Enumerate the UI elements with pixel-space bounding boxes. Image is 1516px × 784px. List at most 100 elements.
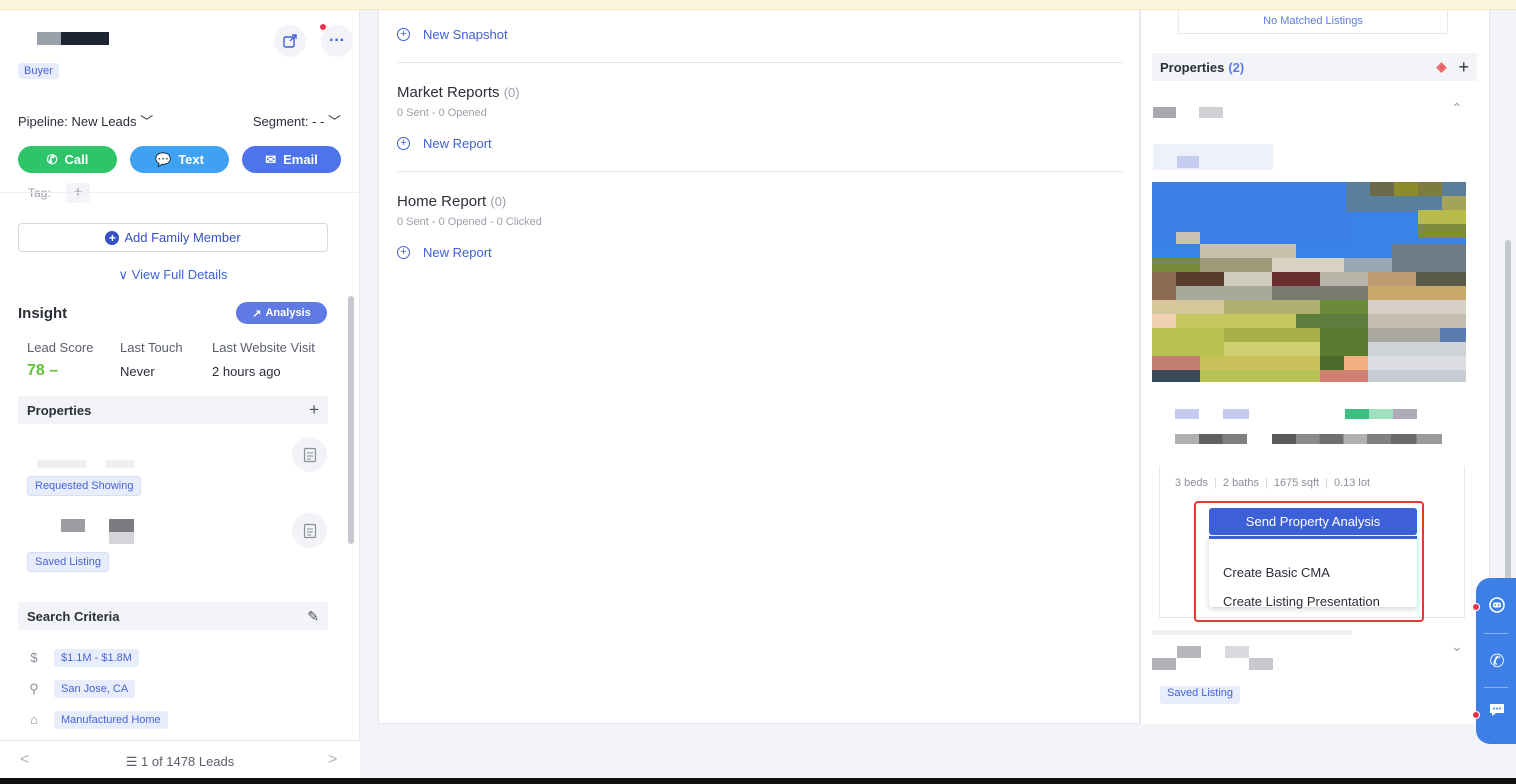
call-button[interactable]: ✆ Call <box>18 146 117 173</box>
menu-item-create-listing-presentation[interactable]: Create Listing Presentation <box>1223 594 1380 609</box>
property-price-redacted <box>1153 144 1273 170</box>
property-address-redacted <box>1152 630 1352 635</box>
chevron-down-icon: ﹀ <box>327 114 341 129</box>
market-reports-title: Market Reports <box>397 84 500 101</box>
lead-name-redacted <box>37 32 109 45</box>
property-price-redacted <box>1177 156 1199 168</box>
last-touch-value: Never <box>120 364 155 379</box>
document-icon[interactable] <box>292 437 327 472</box>
properties-header: Properties (2) ◈ + <box>1152 53 1477 81</box>
search-criteria-heading: Search Criteria <box>27 608 120 624</box>
chevron-up-icon[interactable]: ⌃ <box>1451 100 1463 117</box>
email-button[interactable]: ✉ Email <box>242 146 341 173</box>
send-property-analysis-button[interactable]: Send Property Analysis <box>1209 508 1417 535</box>
property-photo[interactable] <box>1152 182 1466 382</box>
divider: | <box>1325 477 1328 489</box>
home-report-stats: 0 Sent - 0 Opened - 0 Clicked <box>397 216 542 228</box>
property-analysis-menu: Create Basic CMA Create Listing Presenta… <box>1209 536 1417 609</box>
double-chevron-down-icon: ∨ <box>118 267 129 282</box>
phone-icon[interactable]: ✆ <box>1485 649 1509 673</box>
property-specs: 3 beds | 2 baths | 1675 sqft | 0.13 lot <box>1175 477 1370 489</box>
lead-score-label: Lead Score <box>27 340 94 355</box>
new-home-report-link[interactable]: + New Report <box>397 245 492 260</box>
plus-circle-icon: + <box>397 28 410 41</box>
notification-dot <box>1472 603 1480 611</box>
top-banner <box>0 0 1516 10</box>
sidebar-scrollbar[interactable] <box>348 296 354 544</box>
plus-circle-icon: + <box>397 137 410 150</box>
last-visit-value: 2 hours ago <box>212 364 281 379</box>
tag-diamond-icon[interactable]: ◈ <box>1436 59 1446 75</box>
properties-heading: Properties <box>1160 59 1225 75</box>
section-divider <box>397 62 1123 63</box>
envelope-icon: ✉ <box>265 151 277 167</box>
lead-score-value: 78 – <box>27 362 58 380</box>
lead-header: ··· Buyer Pipeline: New Leads ﹀ Segment:… <box>0 10 360 192</box>
pipeline-dropdown[interactable]: Pipeline: New Leads ﹀ <box>18 111 153 130</box>
home-report-count: (0) <box>490 194 507 209</box>
new-snapshot-link[interactable]: + New Snapshot <box>397 27 508 42</box>
new-market-report-link[interactable]: + New Report <box>397 136 492 151</box>
lead-pager: < ☰ 1 of 1478 Leads > <box>0 740 360 778</box>
trend-line-icon: ↗ <box>252 307 262 320</box>
notification-dot <box>320 24 326 30</box>
properties-section-header: Properties + <box>18 396 328 424</box>
assistant-bot-icon[interactable] <box>1485 596 1509 620</box>
edit-icon[interactable]: ✎ <box>307 608 319 625</box>
dollar-circle-icon: $ <box>30 650 38 665</box>
dock-divider <box>1484 687 1508 688</box>
chat-bubble-icon: 💬 <box>155 151 172 167</box>
insight-heading: Insight <box>18 305 68 322</box>
chevron-down-icon[interactable]: ⌄ <box>1451 638 1463 655</box>
analysis-button[interactable]: ↗ Analysis <box>236 302 327 324</box>
chat-icon[interactable] <box>1485 701 1509 725</box>
next-lead-icon[interactable]: > <box>328 751 337 769</box>
add-tag-button[interactable]: + <box>66 183 90 203</box>
last-visit-label: Last Website Visit <box>212 340 315 355</box>
property-address-redacted <box>1153 107 1176 118</box>
property-thumb-redacted <box>1152 658 1176 670</box>
status-badge-redacted <box>1345 409 1369 419</box>
listing-meta-redacted <box>1223 409 1249 419</box>
criteria-price-row: $ $1.1M - $1.8M <box>26 649 139 667</box>
document-icon[interactable] <box>292 513 327 548</box>
share-icon[interactable] <box>274 25 306 57</box>
saved-listing-badge: Saved Listing <box>1160 686 1241 704</box>
lead-count: ☰ 1 of 1478 Leads <box>0 754 360 770</box>
view-full-details-link[interactable]: ∨ View Full Details <box>0 267 346 283</box>
listing-meta-redacted <box>1175 409 1199 419</box>
segment-label: Segment: - - <box>252 114 325 129</box>
segment-dropdown[interactable]: Segment: - - ﹀ <box>253 111 341 130</box>
property-address-redacted <box>37 460 135 468</box>
add-property-icon[interactable]: + <box>309 400 319 420</box>
pipeline-label: Pipeline: New Leads <box>18 114 137 129</box>
property-address-redacted <box>1199 107 1223 118</box>
plus-circle-icon: + <box>105 230 120 245</box>
list-icon: ☰ <box>125 754 138 769</box>
new-report-label: New Report <box>423 245 492 260</box>
bottom-edge <box>0 778 1516 784</box>
market-reports-count: (0) <box>503 85 520 100</box>
email-label: Email <box>283 152 318 167</box>
add-family-member-button[interactable]: + Add Family Member <box>18 223 328 252</box>
chevron-down-icon: ﹀ <box>140 114 154 129</box>
dash-icon: – <box>49 362 59 379</box>
beds-value: 3 beds <box>1175 477 1209 489</box>
text-button[interactable]: 💬 Text <box>130 146 229 173</box>
criteria-type-row: ⌂ Manufactured Home <box>26 711 168 729</box>
floating-action-dock: ✆ <box>1476 578 1516 744</box>
more-options-icon[interactable]: ··· <box>321 25 353 57</box>
divider: | <box>1264 477 1268 489</box>
lead-sidebar: ··· Buyer Pipeline: New Leads ﹀ Segment:… <box>0 10 360 778</box>
property-thumb-redacted <box>61 519 85 532</box>
property-thumb-redacted <box>109 532 134 544</box>
property-thumb-redacted <box>1177 646 1201 658</box>
tag-label: Tag: <box>28 186 51 200</box>
dock-divider <box>1484 633 1508 634</box>
section-divider <box>397 171 1123 172</box>
menu-item-create-basic-cma[interactable]: Create Basic CMA <box>1223 565 1330 580</box>
listing-address-redacted <box>1175 434 1247 444</box>
text-label: Text <box>178 152 204 167</box>
sqft-value: 1675 sqft <box>1273 477 1320 489</box>
add-property-icon[interactable]: + <box>1458 57 1469 78</box>
